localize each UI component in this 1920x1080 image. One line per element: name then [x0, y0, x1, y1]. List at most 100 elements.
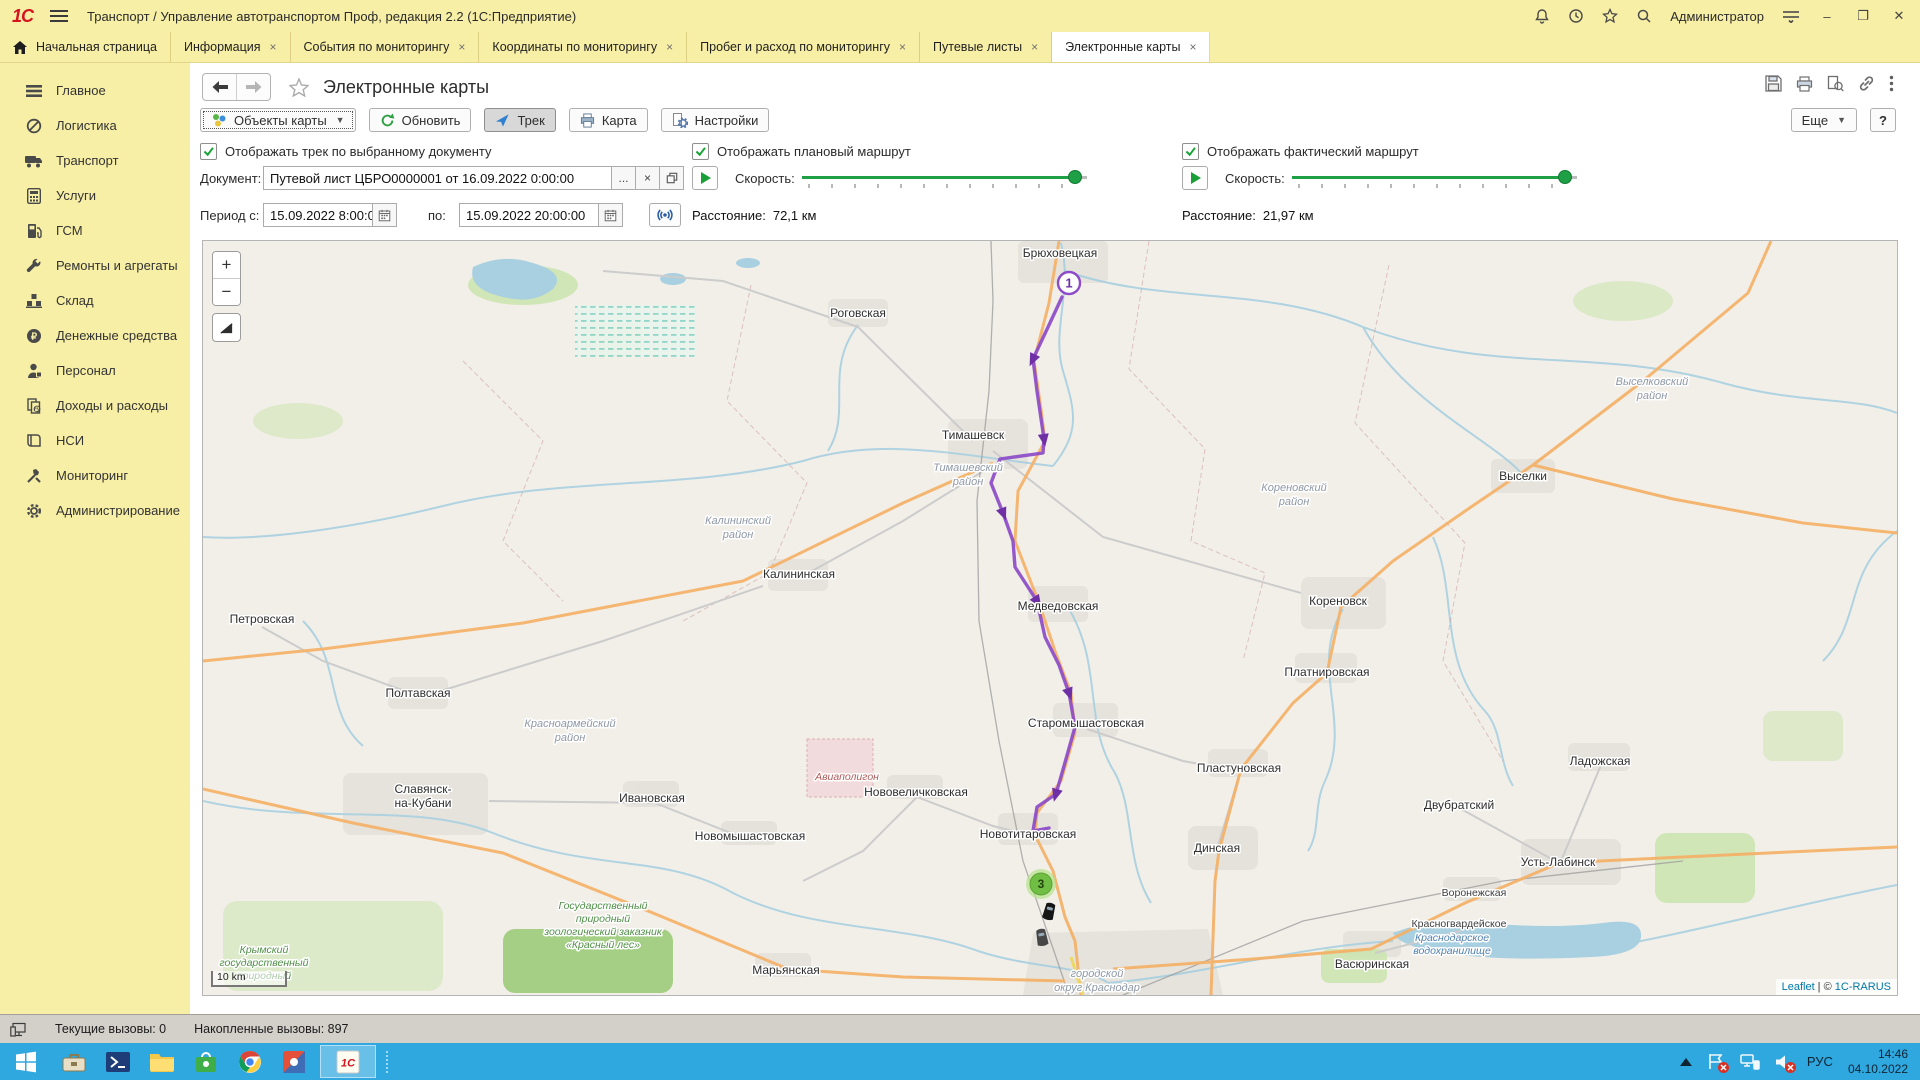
distance-label: Расстояние: [1182, 208, 1256, 223]
server-manager-icon[interactable] [52, 1043, 96, 1080]
print-map-button[interactable]: Карта [569, 108, 648, 132]
sidebar-item-label: Мониторинг [56, 468, 128, 483]
period-to-calendar-icon[interactable] [599, 203, 623, 227]
map-container[interactable]: 13 БрюховецкаяРоговскаяТимашевскВыселков… [202, 240, 1898, 996]
zoom-out-button[interactable]: − [213, 278, 240, 305]
tab-close-icon[interactable]: × [458, 41, 465, 53]
history-icon[interactable] [1568, 8, 1584, 24]
zoom-in-button[interactable]: + [213, 252, 240, 278]
show-fact-route-checkbox[interactable]: Отображать фактический маршрут [1182, 143, 1419, 160]
document-clear-button[interactable]: × [636, 166, 660, 190]
more-menu-icon[interactable] [1889, 75, 1894, 92]
link-icon[interactable] [1858, 75, 1875, 92]
search-icon[interactable] [1636, 8, 1652, 24]
tab-sobytija-po-monitoringu[interactable]: События по мониторингу× [291, 32, 480, 62]
tab-elektronnye-karty[interactable]: Электронные карты× [1052, 32, 1210, 62]
sidebar-item-1[interactable]: Главное [0, 73, 190, 108]
tab-close-icon[interactable]: × [1031, 41, 1038, 53]
slider-handle[interactable] [1068, 170, 1082, 184]
document-field[interactable]: Путевой лист ЦБРО0000001 от 16.09.2022 0… [263, 166, 612, 190]
back-button[interactable] [203, 74, 236, 100]
refresh-icon [380, 113, 395, 128]
volume-muted-icon[interactable] [1775, 1054, 1792, 1070]
sidebar-item-10[interactable]: ₽Доходы и расходы [0, 388, 190, 423]
1c-taskbar-button[interactable]: 1С [320, 1045, 376, 1078]
fact-play-button[interactable] [1182, 166, 1208, 190]
settings-button[interactable]: Настройки [661, 108, 770, 132]
favorites-star-icon[interactable] [1602, 8, 1618, 24]
plan-speed-slider[interactable] [802, 166, 1087, 190]
map-label: Кореновск [1309, 594, 1368, 608]
main-menu-icon[interactable] [49, 9, 69, 23]
tab-koordinaty-po-monitoringu[interactable]: Координаты по мониторингу × [479, 32, 687, 62]
forward-button[interactable] [236, 74, 270, 100]
tab-probeg-i-rashod[interactable]: Пробег и расход по мониторингу× [687, 32, 920, 62]
slider-handle[interactable] [1558, 170, 1572, 184]
powershell-icon[interactable] [96, 1043, 140, 1080]
file-explorer-icon[interactable] [140, 1043, 184, 1080]
start-button[interactable] [0, 1043, 52, 1080]
current-user[interactable]: Администратор [1670, 9, 1764, 24]
tray-expand-icon[interactable] [1680, 1058, 1692, 1066]
sidebar-item-2[interactable]: Логистика [0, 108, 190, 143]
refresh-button[interactable]: Обновить [369, 108, 472, 132]
map-objects-button[interactable]: Объекты карты▼ [200, 108, 356, 132]
restore-icon[interactable]: ❐ [1854, 8, 1872, 24]
track-button[interactable]: Трек [484, 108, 555, 132]
sidebar-item-8[interactable]: ₽Денежные средства [0, 318, 190, 353]
user-menu-icon[interactable] [1782, 9, 1800, 23]
period-from-calendar-icon[interactable] [373, 203, 397, 227]
fact-speed-slider[interactable] [1292, 166, 1577, 190]
sidebar-item-13[interactable]: Администрирование [0, 493, 190, 528]
period-from-field[interactable]: 15.09.2022 8:00:00 [263, 203, 373, 227]
tab-close-icon[interactable]: × [666, 41, 673, 53]
sidebar-item-9[interactable]: Персонал [0, 353, 190, 388]
language-indicator[interactable]: РУС [1807, 1054, 1833, 1069]
chrome-icon[interactable] [228, 1043, 272, 1080]
tab-close-icon[interactable]: × [270, 41, 277, 53]
measure-button[interactable] [212, 313, 241, 342]
tab-home[interactable]: Начальная страница [0, 32, 171, 62]
help-button[interactable]: ? [1870, 108, 1896, 132]
sidebar-item-12[interactable]: Мониторинг [0, 458, 190, 493]
minimize-icon[interactable]: – [1818, 9, 1836, 24]
leaflet-link[interactable]: Leaflet [1782, 981, 1815, 993]
store-icon[interactable] [184, 1043, 228, 1080]
show-plan-route-checkbox[interactable]: Отображать плановый маршрут [692, 143, 911, 160]
notifications-bell-icon[interactable] [1534, 8, 1550, 24]
sidebar-item-7[interactable]: Склад [0, 283, 190, 318]
app-icon[interactable] [272, 1043, 316, 1080]
save-icon[interactable] [1765, 75, 1782, 92]
tab-label: Начальная страница [36, 40, 157, 54]
close-icon[interactable]: ✕ [1890, 8, 1908, 24]
plan-play-button[interactable] [692, 166, 718, 190]
sidebar-item-4[interactable]: Услуги [0, 178, 190, 213]
map-label: Нововеличковская [864, 785, 968, 799]
clock[interactable]: 14:46 04.10.2022 [1848, 1047, 1908, 1077]
sidebar-item-3[interactable]: Транспорт [0, 143, 190, 178]
tab-putevye-listy[interactable]: Путевые листы× [920, 32, 1052, 62]
period-to-field[interactable]: 15.09.2022 20:00:00 [459, 203, 599, 227]
cluster-marker[interactable]: 3 [1038, 877, 1045, 891]
sidebar-item-6[interactable]: Ремонты и агрегаты [0, 248, 190, 283]
provider-link[interactable]: 1C-RARUS [1835, 981, 1891, 993]
track-start-marker[interactable]: 1 [1065, 276, 1072, 291]
action-center-flag-icon[interactable] [1707, 1053, 1725, 1070]
more-button[interactable]: Еще▼ [1791, 108, 1857, 132]
live-tracking-button[interactable] [649, 203, 681, 227]
show-track-checkbox[interactable]: Отображать трек по выбранному документу [200, 143, 492, 160]
printer-icon [580, 113, 595, 128]
tab-close-icon[interactable]: × [1189, 41, 1196, 53]
print-icon[interactable] [1796, 76, 1813, 92]
tab-informacija[interactable]: Информация× [171, 32, 291, 62]
map-canvas[interactable]: 13 БрюховецкаяРоговскаяТимашевскВыселков… [203, 241, 1897, 995]
tab-close-icon[interactable]: × [899, 41, 906, 53]
sidebar-item-5[interactable]: ГСМ [0, 213, 190, 248]
tab-label: Координаты по мониторингу [492, 40, 657, 54]
document-open-button[interactable] [660, 166, 684, 190]
sidebar-item-11[interactable]: НСИ [0, 423, 190, 458]
favorite-star-icon[interactable] [289, 78, 309, 97]
network-icon[interactable] [1740, 1053, 1760, 1070]
preview-icon[interactable] [1827, 75, 1844, 92]
document-choose-button[interactable]: ... [612, 166, 636, 190]
